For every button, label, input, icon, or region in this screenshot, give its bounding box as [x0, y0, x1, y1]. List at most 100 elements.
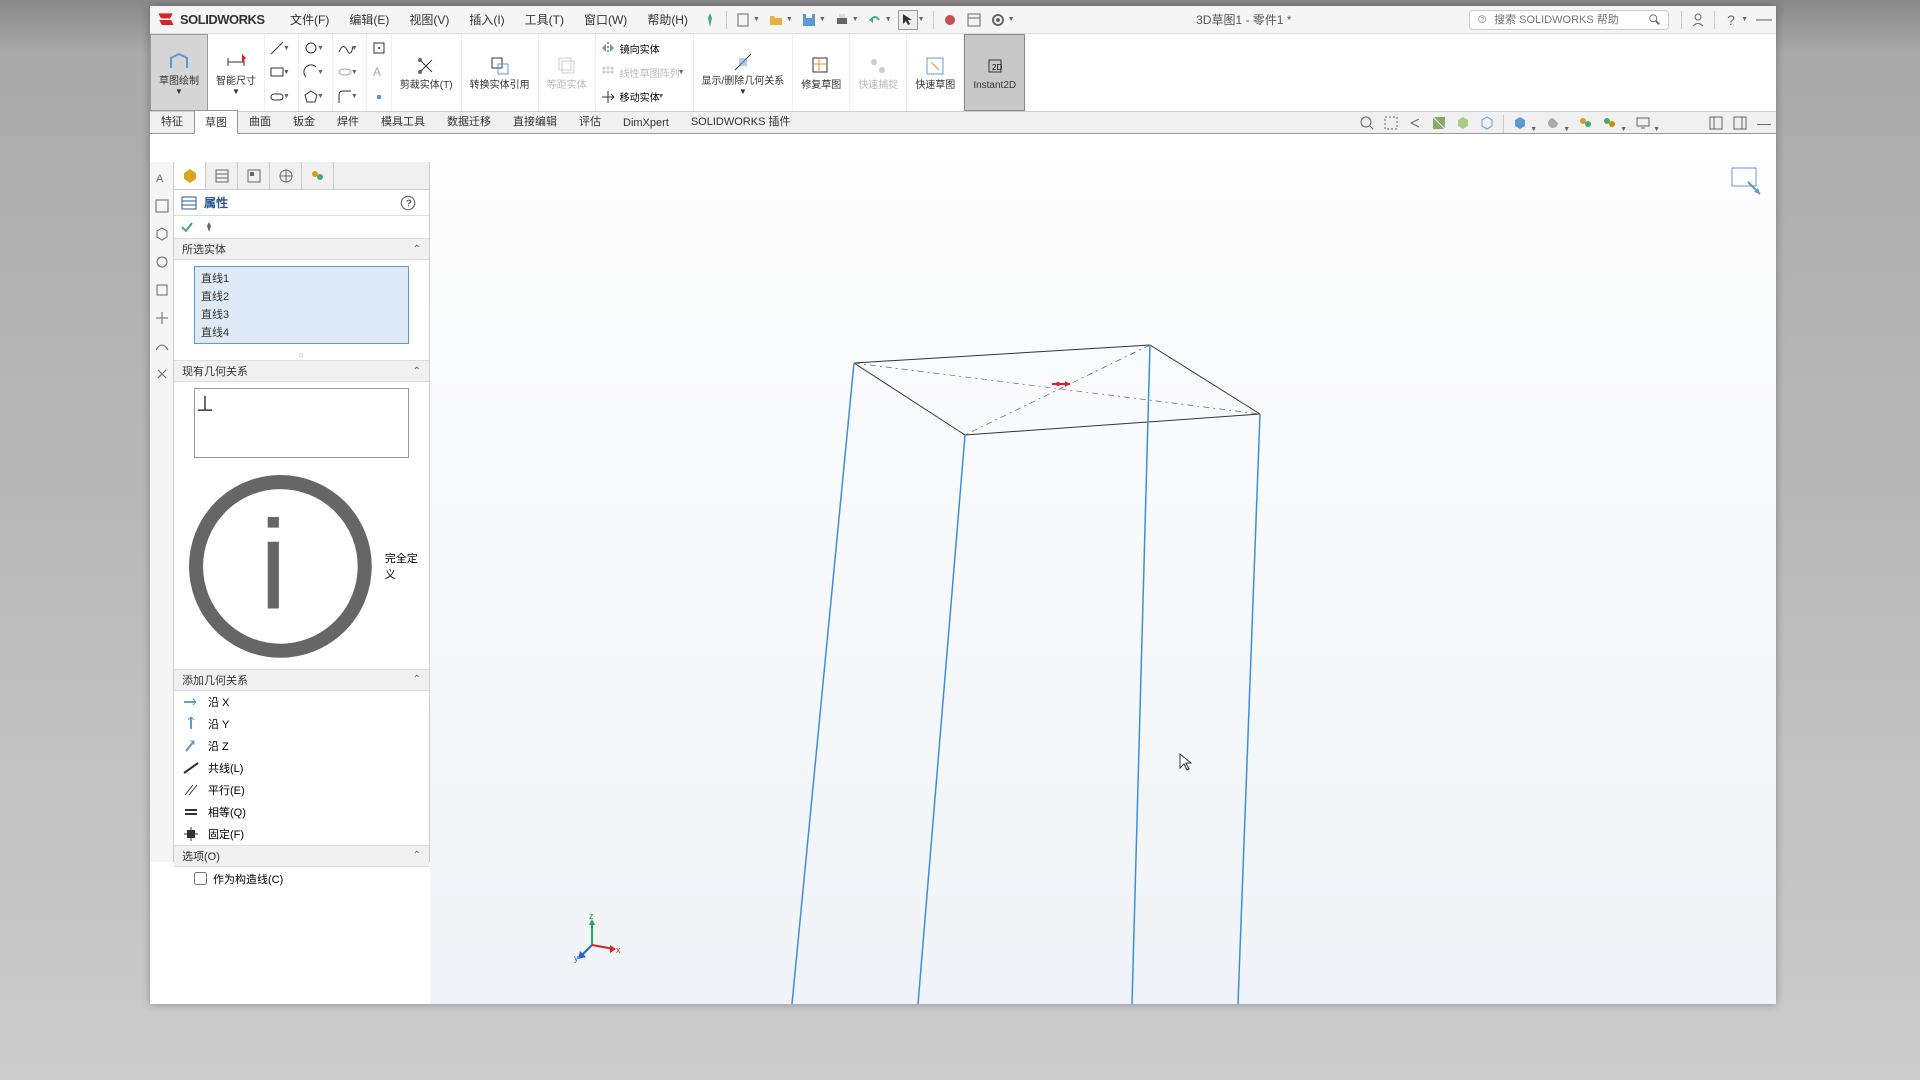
zoom-fit-icon[interactable] [1357, 113, 1377, 133]
fillet-tool[interactable]: ▼ [337, 86, 362, 108]
tab-addins[interactable]: SOLIDWORKS 插件 [680, 109, 802, 133]
arc-tool[interactable]: ▼ [303, 61, 328, 83]
open-file-icon[interactable] [766, 10, 786, 30]
relation-parallel[interactable]: 平行(E) [174, 779, 429, 801]
rail-icon-1[interactable]: A [154, 170, 170, 186]
help-search-input[interactable] [1494, 14, 1648, 26]
edit-appearance-icon[interactable] [1543, 113, 1563, 133]
options-icon[interactable] [964, 10, 984, 30]
display-style-icon[interactable] [1477, 113, 1497, 133]
tab-datamigration[interactable]: 数据迁移 [436, 109, 502, 133]
tab-weldments[interactable]: 焊件 [326, 109, 370, 133]
trim-button[interactable]: 剪裁实体(T) [392, 34, 462, 111]
panel-tab-config[interactable] [206, 162, 238, 189]
settings-icon[interactable] [988, 10, 1008, 30]
save-icon[interactable] [799, 10, 819, 30]
section-existing-relations[interactable]: 现有几何关系 ⌃ [174, 360, 429, 382]
entity-item[interactable]: 直线1 [197, 269, 406, 287]
section-selected-entities[interactable]: 所选实体 ⌃ [174, 238, 429, 260]
display-relations-button[interactable]: 显示/删除几何关系 ▼ [694, 34, 794, 111]
help-icon[interactable]: ? [1721, 10, 1741, 30]
zoom-area-icon[interactable] [1381, 113, 1401, 133]
rapid-sketch-button[interactable]: 快速草图 [907, 34, 964, 111]
pushpin-icon[interactable] [202, 220, 216, 234]
rail-icon-8[interactable] [154, 366, 170, 382]
menu-window[interactable]: 窗口(W) [574, 11, 637, 28]
tab-directedit[interactable]: 直接编辑 [502, 109, 568, 133]
polygon-tool[interactable]: ▼ [303, 86, 328, 108]
section-options[interactable]: 选项(O) ⌃ [174, 845, 429, 867]
undo-icon[interactable] [865, 10, 885, 30]
existing-relations-box[interactable] [194, 388, 409, 458]
view-orient-icon[interactable] [1453, 113, 1473, 133]
relation-along-z[interactable]: 沿 Z [174, 735, 429, 757]
line-tool[interactable]: ▼ [269, 37, 294, 59]
tab-dimxpert[interactable]: DimXpert [612, 113, 680, 133]
minimize-icon[interactable]: — [1754, 10, 1774, 30]
menu-edit[interactable]: 编辑(E) [339, 11, 399, 28]
relation-along-x[interactable]: 沿 X [174, 691, 429, 713]
help-icon[interactable]: ? [399, 194, 417, 212]
convert-button[interactable]: 转换实体引用 [462, 34, 539, 111]
panel-tab-display[interactable] [238, 162, 270, 189]
search-icon[interactable] [1648, 13, 1662, 27]
menu-insert[interactable]: 插入(I) [459, 11, 514, 28]
menu-view[interactable]: 视图(V) [399, 11, 459, 28]
expand-panel-icon[interactable] [1706, 113, 1726, 133]
rail-icon-4[interactable] [154, 254, 170, 270]
user-icon[interactable] [1688, 10, 1708, 30]
help-search[interactable]: ? [1469, 10, 1669, 30]
rail-icon-3[interactable] [154, 226, 170, 242]
pin-icon[interactable] [700, 10, 720, 30]
relation-collinear[interactable]: 共线(L) [174, 757, 429, 779]
relation-equal[interactable]: 相等(Q) [174, 801, 429, 823]
minimize-view-icon[interactable]: — [1754, 113, 1774, 133]
point-tool[interactable] [371, 37, 387, 59]
section-add-relations[interactable]: 添加几何关系 ⌃ [174, 669, 429, 691]
instant2d-button[interactable]: 2D Instant2D [964, 34, 1025, 111]
entity-selection-list[interactable]: 直线1 直线2 直线3 直线4 [194, 266, 409, 344]
tab-features[interactable]: 特征 [150, 109, 194, 133]
relation-along-y[interactable]: 沿 Y [174, 713, 429, 735]
tab-surfaces[interactable]: 曲面 [238, 109, 282, 133]
panel-tab-feature[interactable] [174, 162, 206, 189]
text-tool[interactable]: A [371, 61, 387, 83]
select-icon[interactable] [898, 10, 918, 30]
rail-icon-5[interactable] [154, 282, 170, 298]
plane-tool[interactable] [371, 86, 387, 108]
view-settings-icon[interactable] [1600, 113, 1620, 133]
construction-option[interactable]: 作为构造线(C) [174, 867, 429, 891]
entity-item[interactable]: 直线2 [197, 287, 406, 305]
move-tool[interactable]: 移动实体▼ [600, 86, 689, 108]
panel-tab-dimxpert[interactable] [270, 162, 302, 189]
sketch-button[interactable]: 草图绘制 ▼ [150, 34, 208, 111]
exit-sketch-icon[interactable] [1728, 164, 1768, 204]
print-icon[interactable] [832, 10, 852, 30]
screen-icon[interactable] [1633, 113, 1653, 133]
mirror-tool[interactable]: 镜向实体 [600, 37, 689, 59]
split-panel-icon[interactable] [1730, 113, 1750, 133]
tab-evaluate[interactable]: 评估 [568, 109, 612, 133]
viewport[interactable]: z x y [430, 162, 1776, 1004]
menu-file[interactable]: 文件(F) [280, 11, 339, 28]
rail-icon-7[interactable] [154, 338, 170, 354]
tab-sheetmetal[interactable]: 钣金 [282, 109, 326, 133]
hide-show-icon[interactable] [1510, 113, 1530, 133]
circle-tool[interactable]: ▼ [303, 37, 328, 59]
new-file-icon[interactable] [733, 10, 753, 30]
ok-icon[interactable] [180, 220, 194, 234]
slot-tool[interactable]: ▼ [269, 86, 294, 108]
rail-icon-2[interactable] [154, 198, 170, 214]
ellipse-tool[interactable]: ▼ [337, 61, 362, 83]
construction-checkbox[interactable] [194, 872, 207, 885]
rail-icon-6[interactable] [154, 310, 170, 326]
tab-mold[interactable]: 模具工具 [370, 109, 436, 133]
entity-item[interactable]: 直线4 [197, 323, 406, 341]
tab-sketch[interactable]: 草图 [194, 110, 238, 134]
prev-view-icon[interactable] [1405, 113, 1425, 133]
panel-tab-appearance[interactable] [302, 162, 334, 189]
spline-tool[interactable]: ▼ [337, 37, 362, 59]
model-view[interactable] [430, 162, 1776, 1004]
entity-item[interactable]: 直线3 [197, 305, 406, 323]
apply-scene-icon[interactable] [1576, 113, 1596, 133]
